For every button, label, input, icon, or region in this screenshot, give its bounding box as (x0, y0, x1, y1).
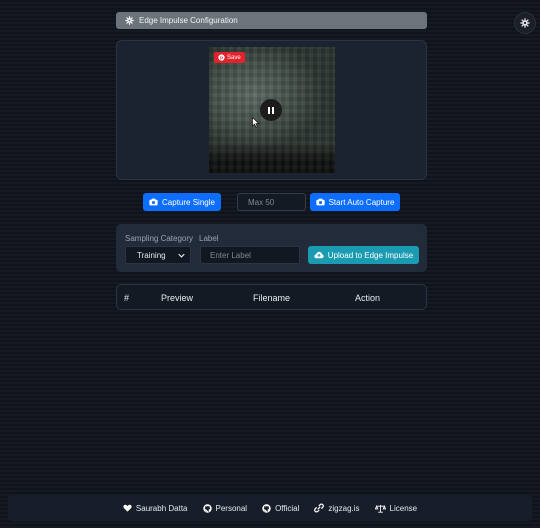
sampling-category-select[interactable]: Training (125, 246, 191, 264)
github-icon (262, 503, 271, 513)
max-captures-input[interactable]: Max 50 (237, 193, 306, 211)
gear-icon (520, 18, 530, 28)
camera-preview[interactable]: p Save (209, 47, 335, 173)
footer-author-label: Saurabh Datta (135, 503, 188, 513)
camera-card: p Save (116, 40, 427, 180)
config-title: Edge Impulse Configuration (139, 16, 238, 25)
footer: Saurabh Datta Personal Official zigzag.i… (8, 495, 532, 521)
footer-zigzag-label: zigzag.is (328, 503, 360, 513)
column-header-index: # (124, 293, 130, 303)
camera-icon (149, 198, 158, 206)
capture-single-button[interactable]: Capture Single (143, 193, 221, 211)
sampling-category-value: Training (137, 250, 166, 260)
footer-link-official[interactable]: Official (262, 504, 299, 513)
pinterest-save-button[interactable]: p Save (214, 52, 245, 63)
upload-button[interactable]: Upload to Edge Impulse (308, 246, 419, 264)
auto-capture-label: Start Auto Capture (328, 197, 395, 207)
scale-icon (374, 504, 386, 513)
footer-link-zigzag[interactable]: zigzag.is (314, 503, 360, 513)
footer-license-label: License (389, 503, 418, 513)
footer-link-license[interactable]: License (374, 503, 418, 513)
column-header-action: Action (355, 293, 381, 303)
upload-label: Upload to Edge Impulse (327, 250, 414, 260)
svg-text:p: p (220, 55, 223, 60)
samples-table-header: # Preview Filename Action (116, 284, 427, 310)
camera-icon (315, 198, 325, 206)
footer-personal-label: Personal (215, 503, 248, 513)
chevron-down-icon (178, 253, 185, 258)
label-input[interactable]: Enter Label (200, 246, 300, 264)
cloud-upload-icon (314, 251, 324, 259)
github-icon (202, 503, 212, 513)
footer-link-personal[interactable]: Personal (202, 503, 248, 513)
pause-icon (268, 106, 270, 114)
pause-button[interactable] (260, 99, 282, 121)
config-toggle-bar[interactable]: Edge Impulse Configuration (116, 12, 427, 29)
label-field-label: Label (199, 234, 219, 243)
start-auto-capture-button[interactable]: Start Auto Capture (310, 193, 400, 211)
capture-single-label: Capture Single (162, 197, 215, 207)
link-icon (314, 503, 325, 513)
column-header-preview: Preview (161, 293, 194, 303)
column-header-filename: Filename (253, 293, 291, 303)
save-label: Save (227, 54, 241, 61)
settings-gear-button[interactable] (514, 12, 536, 34)
sampling-card: Sampling Category Label Training Enter L… (116, 224, 427, 272)
footer-official-label: Official (275, 503, 300, 513)
heart-icon (123, 504, 132, 512)
gear-icon (125, 16, 134, 25)
mouse-cursor-icon (252, 117, 260, 128)
sampling-category-label: Sampling Category (125, 234, 194, 243)
footer-link-author[interactable]: Saurabh Datta (123, 504, 188, 513)
pinterest-icon: p (218, 54, 225, 61)
